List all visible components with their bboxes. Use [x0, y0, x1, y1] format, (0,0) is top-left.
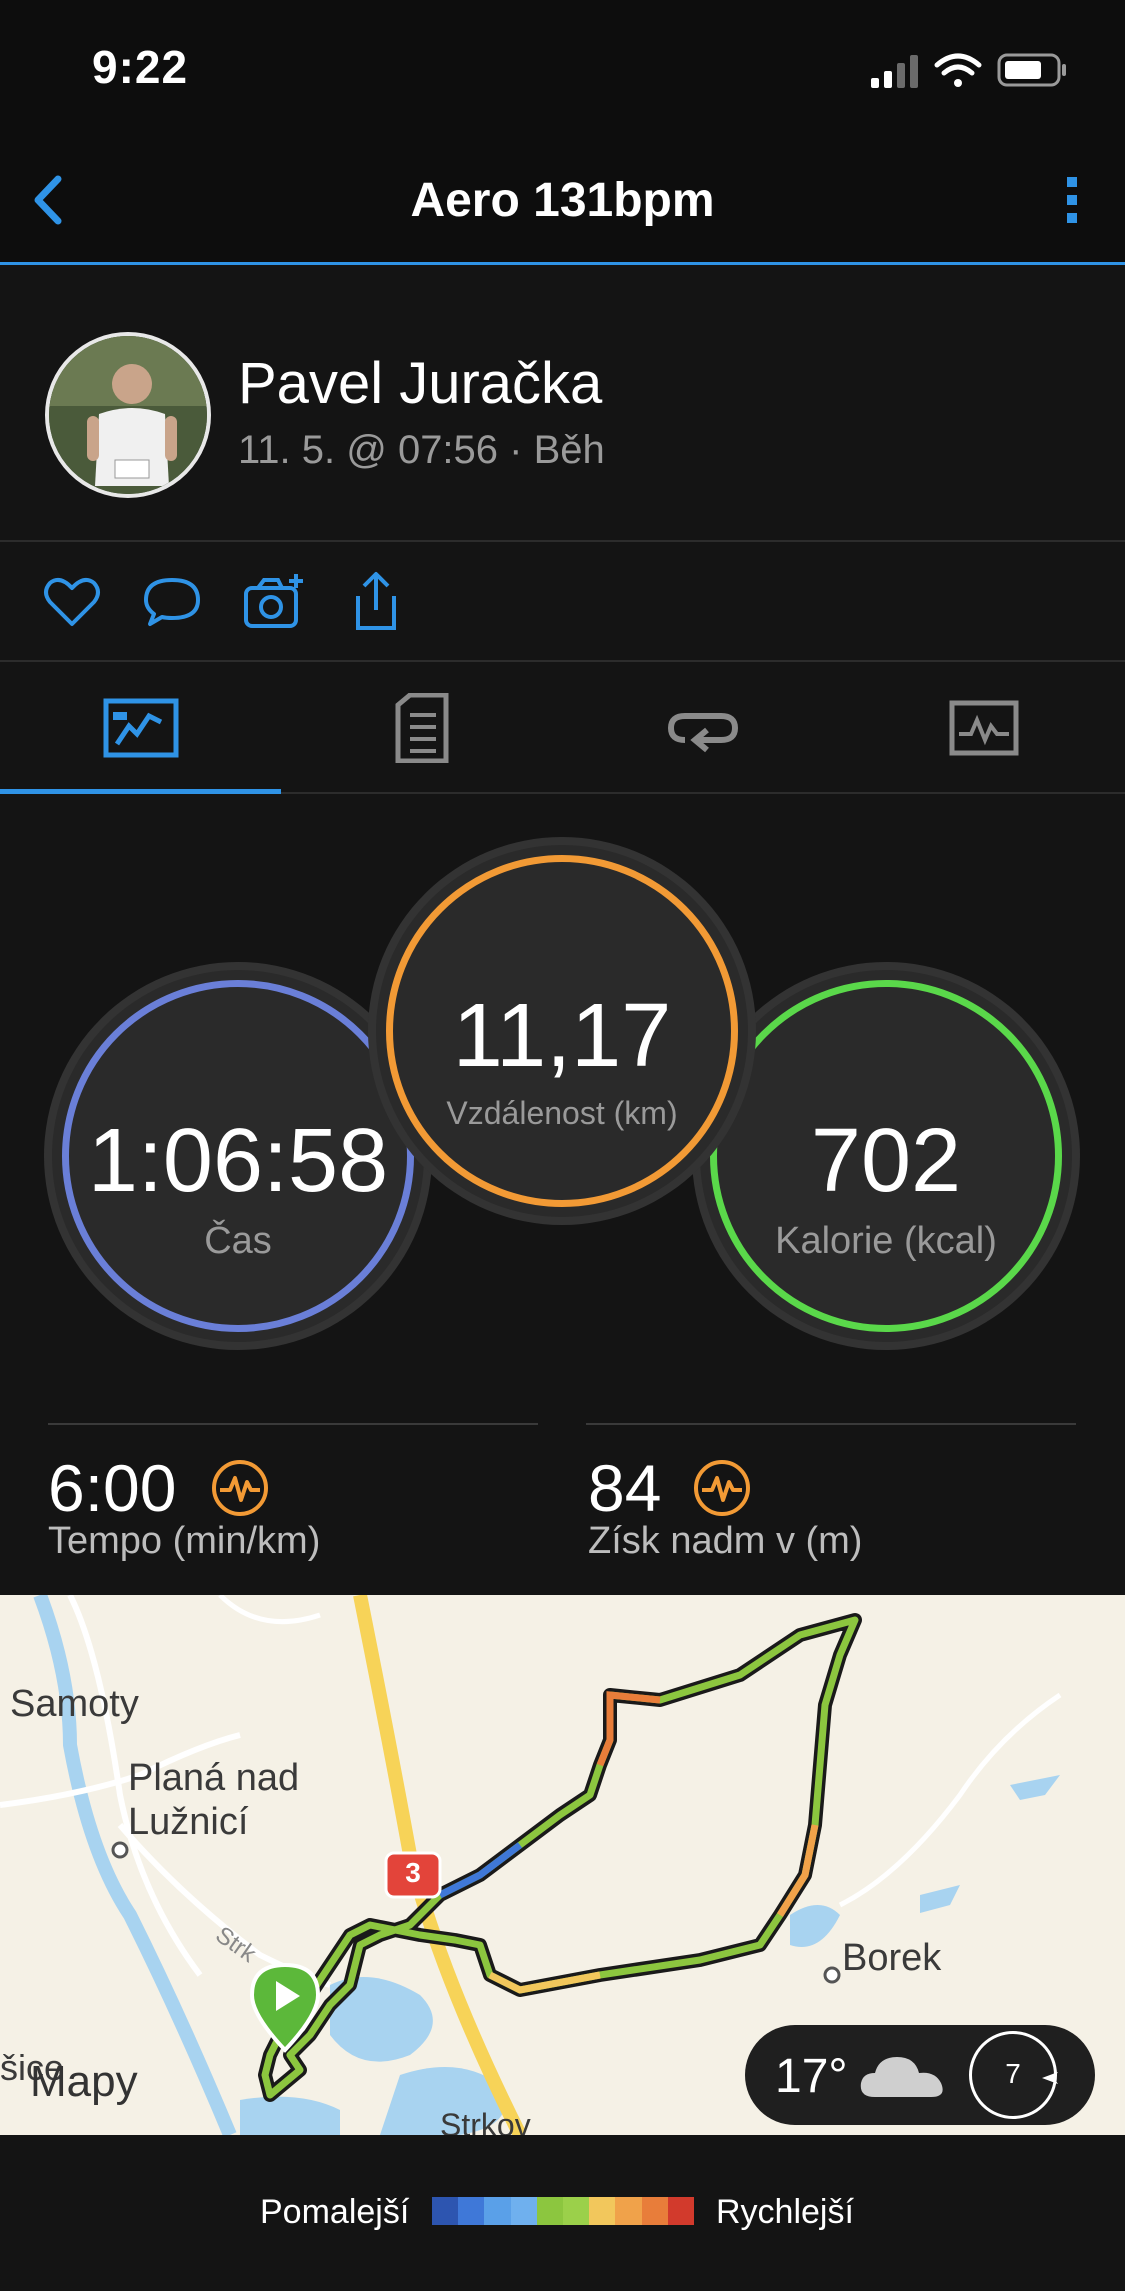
- nav-bar: Aero 131bpm: [0, 135, 1125, 265]
- weather-widget[interactable]: 17° 7: [745, 2025, 1095, 2125]
- pace-insight-icon[interactable]: [210, 1458, 270, 1518]
- legend-faster: Rychlejší: [716, 2193, 854, 2231]
- legend-gradient: [432, 2197, 695, 2225]
- tab-details[interactable]: [281, 664, 562, 792]
- map-label-borek: Borek: [842, 1937, 942, 1979]
- legend-slower: Pomalejší: [260, 2193, 410, 2231]
- time-label: Čas: [204, 1220, 272, 1262]
- distance-value: 11,17: [452, 986, 672, 1086]
- tab-summary[interactable]: [0, 664, 281, 794]
- legend-swatch: [615, 2197, 642, 2225]
- divider: [48, 1423, 538, 1425]
- map-label-samoty: Samoty: [10, 1683, 139, 1725]
- graph-icon: [949, 700, 1018, 756]
- page-title: Aero 131bpm: [410, 174, 715, 227]
- details-list-icon: [395, 693, 448, 763]
- distance-stat: 11,17 Vzdálenost (km): [376, 845, 748, 1217]
- more-options-icon[interactable]: [1037, 165, 1107, 235]
- map-label-luznici: Lužnicí: [128, 1801, 249, 1843]
- signal-icon: [871, 55, 918, 88]
- status-time: 9:22: [92, 41, 189, 93]
- pace-legend: Pomalejší Rychlejší: [0, 2135, 1125, 2291]
- legend-swatch: [641, 2197, 668, 2225]
- legend-swatch: [458, 2197, 485, 2225]
- status-bar: 9:22: [0, 0, 1125, 135]
- legend-swatch: [510, 2197, 537, 2225]
- time-stat: 1:06:58 Čas: [52, 970, 424, 1342]
- road-badge-number: 3: [405, 1857, 421, 1888]
- map-label-plana: Planá nad: [128, 1757, 300, 1799]
- laps-icon: [667, 713, 738, 753]
- comment-icon[interactable]: [140, 570, 204, 634]
- legend-swatch: [536, 2197, 564, 2225]
- status-icons: [871, 53, 1066, 88]
- camera-add-icon[interactable]: [242, 570, 306, 634]
- avatar[interactable]: [45, 332, 211, 498]
- legend-swatch: [563, 2197, 590, 2225]
- elevation-label: Získ nadm v (m): [588, 1520, 863, 1562]
- summary-map-icon: [103, 698, 178, 758]
- wind-gauge: 7: [969, 2031, 1058, 2119]
- divider: [586, 1423, 1076, 1425]
- wind-direction-icon: [1042, 2072, 1058, 2084]
- legend-swatch: [589, 2197, 616, 2225]
- calories-stat: 702 Kalorie (kcal): [700, 970, 1072, 1342]
- time-value: 1:06:58: [87, 1111, 389, 1211]
- tab-graphs[interactable]: [843, 664, 1124, 792]
- legend-swatch: [432, 2197, 459, 2225]
- user-name[interactable]: Pavel Juračka: [238, 350, 602, 417]
- tab-laps[interactable]: [562, 664, 843, 792]
- activity-meta: 11. 5. @ 07:56 · Běh: [238, 428, 605, 472]
- activity-tabs: [0, 664, 1125, 794]
- pace-label: Tempo (min/km): [48, 1520, 321, 1562]
- map-label-strkov: Strkov: [440, 2107, 531, 2135]
- legend-swatch: [484, 2197, 511, 2225]
- route-map[interactable]: Samoty Planá nad Lužnicí Borek Strkov St…: [0, 1595, 1125, 2135]
- calories-label: Kalorie (kcal): [775, 1220, 997, 1262]
- battery-icon: [997, 53, 1066, 87]
- weather-temp: 17°: [775, 2050, 848, 2103]
- heart-icon[interactable]: [40, 570, 104, 634]
- elevation-value: 84: [588, 1451, 662, 1525]
- elevation-insight-icon[interactable]: [692, 1458, 752, 1518]
- action-bar: [0, 542, 1125, 662]
- pace-value: 6:00: [48, 1451, 177, 1525]
- maps-attribution: Mapy: [30, 2057, 138, 2106]
- tab-active-indicator: [0, 789, 281, 794]
- distance-label: Vzdálenost (km): [446, 1095, 678, 1131]
- legend-swatch: [667, 2197, 695, 2225]
- cloud-icon: [860, 2057, 943, 2097]
- calories-value: 702: [810, 1111, 962, 1211]
- avatar-photo: [49, 336, 207, 494]
- share-icon[interactable]: [344, 570, 408, 634]
- wifi-icon: [934, 53, 982, 87]
- activity-owner: Pavel Juračka 11. 5. @ 07:56 · Běh: [0, 268, 1125, 542]
